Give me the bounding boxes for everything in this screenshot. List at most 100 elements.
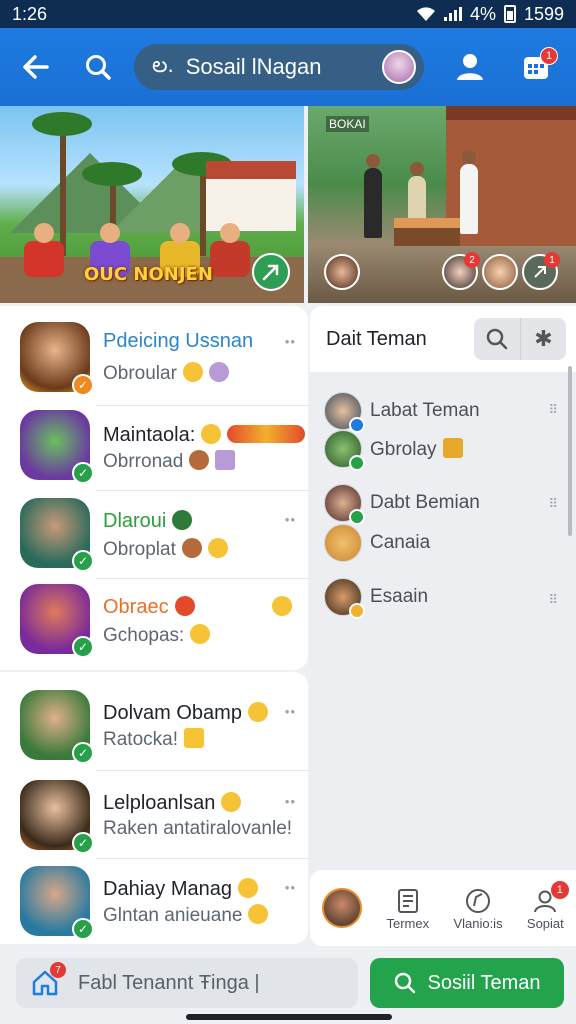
notification-badge: 1 [549,879,570,900]
scrollbar[interactable] [568,366,572,536]
avatar: ✓ [20,690,94,764]
home-indicator[interactable] [186,1014,392,1020]
status-dot [349,455,365,471]
star-icon: ✱ [534,326,553,351]
emoji-icon [190,624,211,644]
more-icon[interactable]: •• [285,512,296,527]
panel-search-button[interactable] [474,318,520,360]
panel-favorite-button[interactable]: ✱ [520,318,566,360]
battery-percent: 4% [469,3,496,24]
game-banner-left[interactable]: OUC NONJEN [0,106,304,303]
emoji-icon [248,904,269,924]
more-icon[interactable]: •• [285,704,296,719]
battery-icon [503,5,516,23]
share-button[interactable] [252,253,290,291]
chat-preview: Obrronad [103,450,236,473]
tab-profile[interactable] [322,888,363,928]
chat-item[interactable]: ✓ Dahiay Manag Glntan anieuane •• [0,866,308,942]
search-button[interactable] [76,45,120,89]
friend-item[interactable]: Esaain [324,578,428,619]
drag-handle-icon[interactable]: ⠿ [548,496,558,512]
chat-preview: Obroplat [103,538,228,561]
status-bar: 1:26 4% 1599 [0,0,576,28]
document-icon [393,886,423,916]
friend-item[interactable]: Dabt Bemian [324,484,480,525]
bottom-bar: 7 Fabl Tenannt Ŧinga | Sosiil Teman [0,946,576,1024]
back-button[interactable] [14,45,58,89]
notification-badge: 2 [464,252,480,268]
wifi-icon [416,7,435,21]
status-dot [349,509,365,525]
profile-avatar[interactable] [382,50,416,84]
palm-tree [32,112,92,256]
balloon-icon [208,362,229,382]
chat-name: Obraec [103,596,195,619]
friend-item[interactable]: Gbrolay [324,430,463,471]
app-bar: ల. Sosail lNagan 1 [0,28,576,106]
villager-figure [460,150,478,234]
title-prefix: ల. [152,51,174,77]
game-banner-right[interactable]: ΒΟΚΑΙ 2 1 [308,106,576,303]
friend-avatar[interactable] [482,254,518,290]
house-illustration [206,161,296,231]
market-stall [394,218,460,246]
status-dot [349,603,365,619]
drag-handle-icon[interactable]: ⠿ [548,402,558,418]
button-label: Sosiil Teman [427,971,541,994]
more-icon[interactable]: •• [285,794,296,809]
apps-button[interactable]: 1 [514,45,558,89]
tab-sopiat[interactable]: 1 Sopiat [527,879,570,931]
avatar: ✓ [20,498,94,572]
panel-actions: ✱ [474,318,566,360]
friend-item[interactable]: Labat Teman [324,392,480,433]
notification-badge: 1 [544,252,560,268]
tab-termex[interactable]: Termex [386,886,429,931]
friend-item[interactable]: Canaia [324,524,430,562]
verified-badge: ✓ [72,374,94,396]
tab-vlaniois[interactable]: Vlanio:is [453,886,503,931]
chat-item[interactable]: ✓ Dolvam Obamp Ratocka! •• [0,690,308,770]
avatar: ✓ [20,584,94,658]
social-friends-button[interactable]: Sosiil Teman [370,958,564,1008]
chat-item[interactable]: ✓ Dlaroui Obroplat •• [0,498,308,578]
emoji-icon [182,362,203,382]
home-button[interactable]: 7 [26,962,66,1002]
search-icon [86,55,111,80]
banner-title: OUC NONJEN [84,264,213,285]
more-icon[interactable]: •• [285,334,296,349]
emoji-icon [181,538,202,558]
chat-name: Maintaola: [103,424,306,447]
app-title: Sosail lNagan [185,54,322,79]
drag-handle-icon[interactable]: ⠿ [548,592,558,608]
tab-label: Termex [386,915,430,931]
kart-racer [24,223,64,277]
chat-item[interactable]: ✓ Obraec Gchopas: [0,584,308,664]
search-icon [486,328,508,350]
apps-badge: 1 [540,47,558,65]
more-icon[interactable]: •• [285,880,296,895]
chat-item[interactable]: ✓ Maintaola: Obrronad [0,410,308,490]
compass-icon [463,886,493,916]
forward-button[interactable]: 1 [522,252,560,290]
friends-panel: Dait Teman ✱ Labat Teman ⠿ Gbrolay Dabt … [310,306,576,946]
chat-name: Dolvam Obamp [103,702,268,725]
chat-preview: Glntan anieuane [103,904,269,927]
sticker-icon [215,450,236,470]
stars-badge-icon [227,425,306,443]
friend-avatar[interactable] [324,254,360,290]
friend-avatar [324,430,365,471]
chat-item[interactable]: ✓ Pdeicing Ussnan Obroular •• [0,322,308,402]
emoji-icon [201,424,222,444]
status-time: 1:26 [12,3,48,24]
chat-item[interactable]: ✓ Lelploanlsan Raken antatiralovanle! •• [0,780,308,860]
friend-avatar[interactable]: 2 [442,252,480,290]
signal-icon [443,7,462,21]
app-title-pill[interactable]: ల. Sosail lNagan [134,44,424,90]
verified-badge: ✓ [72,918,94,940]
chat-preview: Raken antatiralovanle! [103,818,293,839]
friends-panel-title: Dait Teman [326,327,427,350]
message-input[interactable]: 7 Fabl Tenannt Ŧinga | [16,958,358,1008]
input-value: Fabl Tenannt Ŧinga | [78,971,260,994]
emoji-icon [189,450,210,470]
profile-button[interactable] [448,45,492,89]
